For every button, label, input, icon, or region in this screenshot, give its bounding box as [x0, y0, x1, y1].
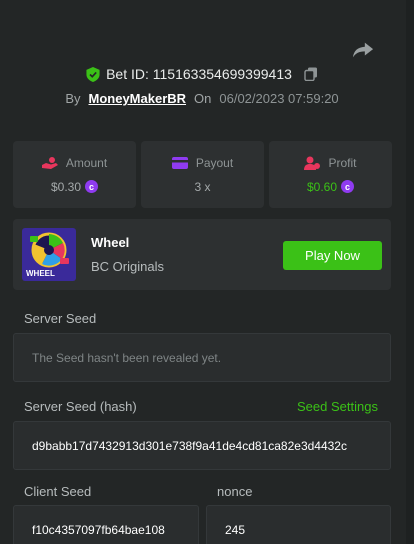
stat-payout: Payout 3 x: [141, 141, 264, 208]
game-thumbnail[interactable]: WHEEL: [22, 228, 76, 281]
share-icon[interactable]: [352, 40, 374, 60]
stat-payout-value: 3 x: [194, 179, 211, 194]
client-seed-value: f10c4357097fb64bae108: [32, 522, 165, 537]
stat-profit-label: Profit: [328, 155, 357, 170]
card-icon: [171, 156, 188, 169]
user-coin-icon: [304, 156, 321, 170]
stat-profit-value: $0.60: [306, 179, 338, 194]
bc-coin-icon: c: [341, 180, 355, 193]
nonce-field[interactable]: 245: [206, 505, 391, 544]
server-seed-field[interactable]: The Seed hasn't been revealed yet.: [13, 333, 391, 382]
server-seed-label: Server Seed: [24, 311, 97, 326]
bet-stats: Amount $0.30 c Payout 3 x Profit $0.60 c: [13, 141, 392, 208]
stat-profit: Profit $0.60 c: [269, 141, 392, 208]
coins-hand-icon: [41, 156, 58, 169]
seed-settings-link[interactable]: Seed Settings: [297, 399, 378, 414]
game-name[interactable]: Wheel: [91, 235, 129, 250]
by-label: By: [65, 91, 81, 106]
stat-amount: Amount $0.30 c: [13, 141, 136, 208]
play-now-button[interactable]: Play Now: [283, 241, 382, 270]
game-thumb-title: WHEEL: [26, 269, 55, 278]
stat-amount-value: $0.30: [50, 179, 82, 194]
stat-payout-label: Payout: [195, 155, 234, 170]
server-seed-hash-value: d9babb17d7432913d301e738f9a41de4cd81ca82…: [32, 438, 347, 453]
copy-icon[interactable]: [304, 67, 318, 81]
client-seed-label: Client Seed: [24, 484, 92, 499]
on-label: On: [194, 91, 212, 106]
author-row: By MoneyMakerBR On 06/02/2023 07:59:20: [0, 91, 404, 106]
bc-coin-icon: c: [85, 180, 99, 193]
nonce-value: 245: [225, 522, 246, 537]
scrollbar-track[interactable]: [406, 0, 414, 544]
username-link[interactable]: MoneyMakerBR: [89, 91, 187, 106]
game-provider: BC Originals: [91, 259, 164, 274]
stat-amount-label: Amount: [65, 155, 108, 170]
game-card: WHEEL Wheel BC Originals Play Now: [13, 219, 391, 290]
bet-id-text: Bet ID: 115163354699399413: [106, 66, 292, 82]
bet-id-row: Bet ID: 115163354699399413: [0, 66, 404, 82]
client-seed-field[interactable]: f10c4357097fb64bae108: [13, 505, 199, 544]
shield-check-icon: [86, 66, 100, 82]
nonce-label: nonce: [217, 484, 253, 499]
bet-datetime: 06/02/2023 07:59:20: [219, 91, 339, 106]
server-seed-placeholder: The Seed hasn't been revealed yet.: [32, 350, 222, 365]
server-seed-hash-field[interactable]: d9babb17d7432913d301e738f9a41de4cd81ca82…: [13, 421, 391, 470]
server-seed-hash-label: Server Seed (hash): [24, 399, 137, 414]
